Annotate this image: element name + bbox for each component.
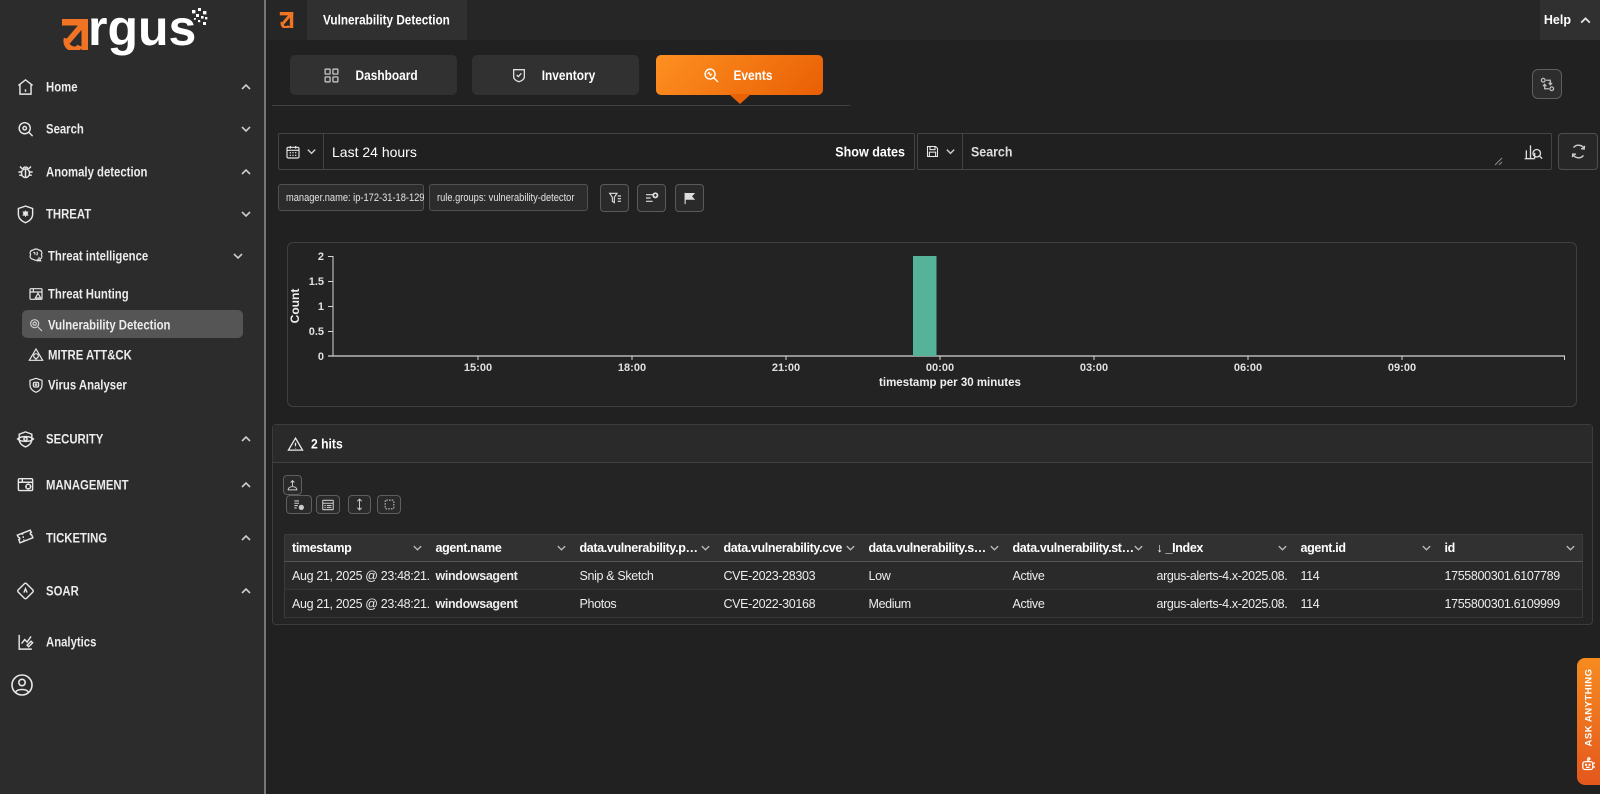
svg-text:09:00: 09:00 xyxy=(1388,362,1416,374)
svg-text:03:00: 03:00 xyxy=(1080,362,1108,374)
svg-text:1.5: 1.5 xyxy=(309,276,324,288)
svg-text:Count: Count xyxy=(288,289,302,324)
svg-text:2: 2 xyxy=(318,251,324,263)
svg-text:15:00: 15:00 xyxy=(464,362,492,374)
svg-text:1: 1 xyxy=(318,301,324,313)
svg-text:00:00: 00:00 xyxy=(926,362,954,374)
svg-text:18:00: 18:00 xyxy=(618,362,646,374)
svg-text:0: 0 xyxy=(318,351,324,363)
svg-text:timestamp per 30 minutes: timestamp per 30 minutes xyxy=(879,377,1021,389)
svg-text:21:00: 21:00 xyxy=(772,362,800,374)
svg-text:0.5: 0.5 xyxy=(309,326,324,338)
svg-text:06:00: 06:00 xyxy=(1234,362,1262,374)
